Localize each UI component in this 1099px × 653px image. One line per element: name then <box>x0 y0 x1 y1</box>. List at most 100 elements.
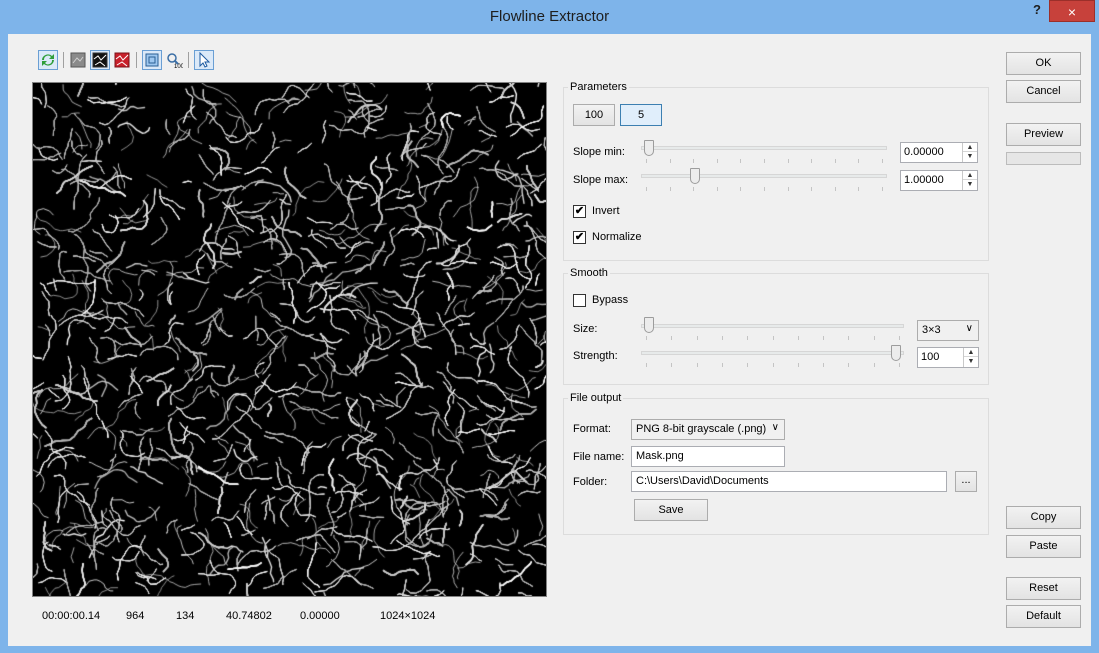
checkmark-icon: ✔ <box>574 205 585 217</box>
paste-button[interactable]: Paste <box>1006 535 1081 558</box>
pointer-icon[interactable] <box>194 50 214 70</box>
slider-tick <box>858 159 860 163</box>
slope-min-ticks <box>646 159 883 163</box>
slider-tick <box>882 187 883 191</box>
strength-value: 100 <box>921 351 940 363</box>
spin-down-icon[interactable]: ▼ <box>963 152 977 161</box>
spin-down-icon[interactable]: ▼ <box>964 357 978 366</box>
default-button[interactable]: Default <box>1006 605 1081 628</box>
mode-5-button[interactable]: 5 <box>620 104 662 126</box>
slope-max-ticks <box>646 187 883 191</box>
dialog-window: Flowline Extractor ? × 100 00:00:00.14 9… <box>0 0 1099 653</box>
copy-button[interactable]: Copy <box>1006 506 1081 529</box>
size-label: Size: <box>573 323 598 335</box>
spin-down-icon[interactable]: ▼ <box>963 180 977 189</box>
slider-tick <box>646 363 647 367</box>
folder-input[interactable]: C:\Users\David\Documents <box>631 471 947 492</box>
status-value: 40.74802 <box>226 610 272 622</box>
file-output-group: File output Format: PNG 8-bit grayscale … <box>563 392 989 535</box>
file-name-value: Mask.png <box>636 450 684 462</box>
svg-text:100: 100 <box>174 64 183 69</box>
slider-tick <box>787 159 789 163</box>
folder-label: Folder: <box>573 476 608 488</box>
mode-100-button[interactable]: 100 <box>573 104 615 126</box>
normalize-label[interactable]: Normalize <box>592 231 642 243</box>
spin-up-icon[interactable]: ▲ <box>963 143 977 152</box>
toolbar-separator <box>188 52 189 68</box>
preview-button[interactable]: Preview <box>1006 123 1081 146</box>
strength-spinner[interactable]: 100 ▲ ▼ <box>917 347 979 368</box>
parameters-group: Parameters 100 5 Slope min: 0.00000 ▲ ▼ S… <box>563 81 989 261</box>
slider-tick <box>797 363 799 367</box>
cancel-button[interactable]: Cancel <box>1006 80 1081 103</box>
slider-tick <box>873 336 875 340</box>
size-dropdown[interactable]: 3×3 ∨ <box>917 320 979 341</box>
bypass-checkbox[interactable] <box>573 294 586 307</box>
size-slider[interactable] <box>644 317 654 333</box>
refresh-icon[interactable] <box>38 50 58 70</box>
size-value: 3×3 <box>922 324 941 336</box>
toolbar-separator <box>63 52 64 68</box>
slider-tick <box>671 336 673 340</box>
slider-tick <box>669 187 671 191</box>
normalize-checkbox[interactable]: ✔ <box>573 231 586 244</box>
file-name-label: File name: <box>573 451 625 463</box>
toolbar-separator <box>136 52 137 68</box>
invert-label[interactable]: Invert <box>592 205 620 217</box>
slider-tick <box>646 187 647 191</box>
close-button[interactable]: × <box>1049 0 1095 22</box>
red-mask-icon[interactable] <box>112 50 132 70</box>
slope-max-label: Slope max: <box>573 174 629 186</box>
slider-tick <box>669 159 671 163</box>
size-ticks <box>646 336 900 340</box>
slope-min-spin-arrows[interactable]: ▲ ▼ <box>962 143 977 162</box>
slider-tick <box>747 336 749 340</box>
slope-min-slider[interactable] <box>644 140 654 156</box>
slider-tick <box>823 336 825 340</box>
zoom-100-icon[interactable]: 100 <box>164 50 185 70</box>
chevron-down-icon: ∨ <box>965 323 973 334</box>
strength-label: Strength: <box>573 350 618 362</box>
slope-min-spinner[interactable]: 0.00000 ▲ ▼ <box>900 142 978 163</box>
slider-tick <box>740 187 742 191</box>
strength-spin-arrows[interactable]: ▲ ▼ <box>963 348 978 367</box>
slider-tick <box>858 187 860 191</box>
fit-view-icon[interactable] <box>142 50 162 70</box>
strength-track <box>641 351 904 355</box>
slider-tick <box>772 336 774 340</box>
slider-tick <box>834 159 836 163</box>
slider-tick <box>899 363 900 367</box>
title-bar[interactable]: Flowline Extractor ? × <box>0 0 1099 34</box>
flowline-preview-image[interactable] <box>32 82 547 597</box>
spin-up-icon[interactable]: ▲ <box>963 171 977 180</box>
bypass-label[interactable]: Bypass <box>592 294 628 306</box>
reset-button[interactable]: Reset <box>1006 577 1081 600</box>
slider-tick <box>873 363 875 367</box>
browse-folder-button[interactable]: ... <box>955 471 977 492</box>
format-dropdown[interactable]: PNG 8-bit grayscale (.png) ∨ <box>631 419 785 440</box>
strength-ticks <box>646 363 900 367</box>
parameters-group-label: Parameters <box>568 81 629 93</box>
slider-tick <box>787 187 789 191</box>
ok-button[interactable]: OK <box>1006 52 1081 75</box>
strength-slider[interactable] <box>891 345 901 361</box>
mask-image-icon[interactable] <box>90 50 110 70</box>
grayscale-image-icon[interactable] <box>68 50 88 70</box>
slider-tick <box>716 159 718 163</box>
slope-max-track <box>641 174 887 178</box>
slope-min-track <box>641 146 887 150</box>
slope-max-spin-arrows[interactable]: ▲ ▼ <box>962 171 977 190</box>
status-resolution: 1024×1024 <box>380 610 436 622</box>
save-button[interactable]: Save <box>634 499 708 521</box>
status-time: 00:00:00.14 <box>42 610 101 622</box>
smooth-group: Smooth Bypass Size: 3×3 ∨ Strength: 100 … <box>563 267 989 385</box>
invert-checkbox[interactable]: ✔ <box>573 205 586 218</box>
slope-max-spinner[interactable]: 1.00000 ▲ ▼ <box>900 170 978 191</box>
file-name-input[interactable]: Mask.png <box>631 446 785 467</box>
slope-max-slider[interactable] <box>690 168 700 184</box>
slider-tick <box>823 363 825 367</box>
help-button[interactable]: ? <box>1026 2 1048 22</box>
format-label: Format: <box>573 423 611 435</box>
spin-up-icon[interactable]: ▲ <box>964 348 978 357</box>
slider-tick <box>747 363 749 367</box>
